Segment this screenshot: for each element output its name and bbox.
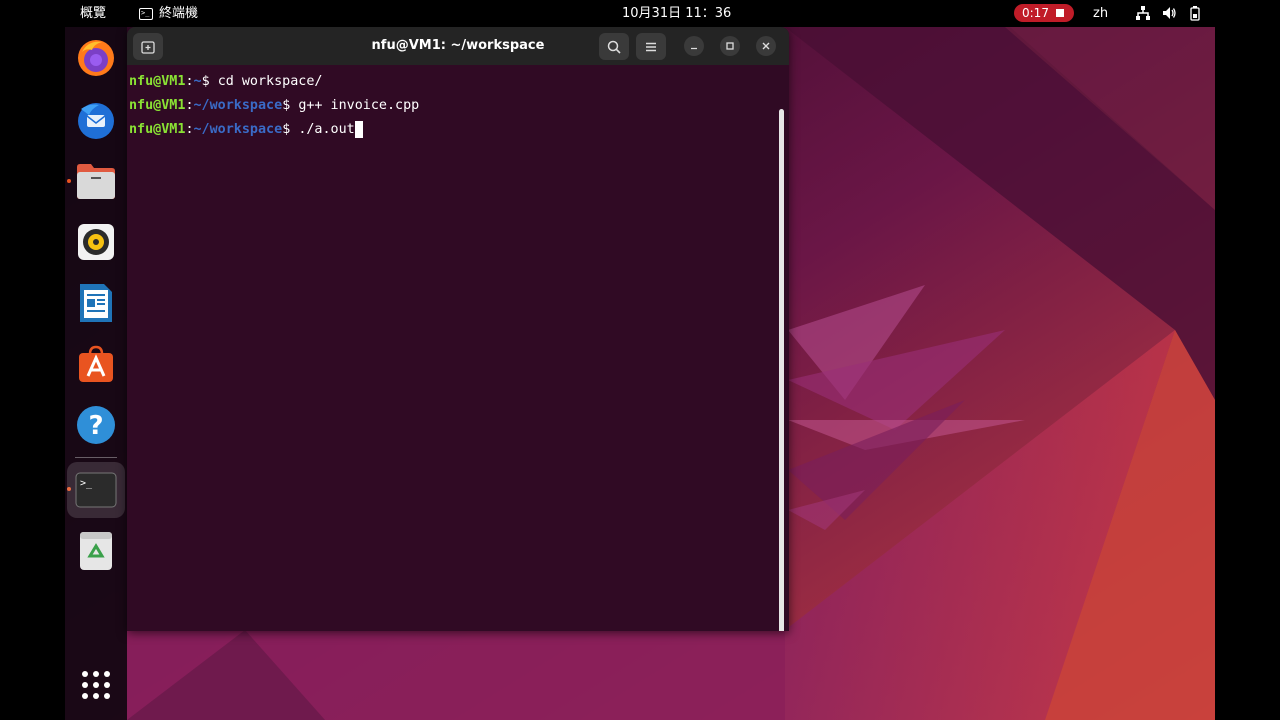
dock: ? >_ [65,27,127,720]
dock-item-software[interactable] [73,341,119,387]
app-grid-icon [82,671,110,699]
dock-item-writer[interactable] [73,280,119,326]
prompt-separator: : [185,98,194,113]
dock-item-terminal[interactable]: >_ [67,462,125,518]
activities-button[interactable]: 概覽 [80,6,106,21]
text-cursor [354,121,363,138]
terminal-output[interactable]: nfu@VM1:~$ cd workspace/ nfu@VM1:~/works… [127,65,789,631]
terminal-line: nfu@VM1:~/workspace$ g++ invoice.cpp [129,97,419,114]
minimize-button[interactable] [684,36,704,56]
battery-icon[interactable] [1187,5,1203,21]
prompt-separator: : [185,122,194,137]
app-menu-label: 終端機 [159,6,199,21]
hamburger-menu-icon [646,42,656,51]
prompt-separator: : [185,74,194,89]
terminal-window[interactable]: nfu@VM1: ~/workspace nfu@VM1:~$ cd works… [127,27,789,631]
dock-separator [75,457,117,458]
command-text: g++ invoice.cpp [298,98,420,113]
files-icon [77,164,115,199]
terminal-icon: >_ [139,7,153,20]
menu-button[interactable] [636,33,666,60]
terminal-icon: >_ [75,472,117,508]
terminal-line: nfu@VM1:~$ cd workspace/ [129,73,323,90]
close-button[interactable] [756,36,776,56]
help-icon: ? [77,406,115,444]
title-bar[interactable]: nfu@VM1: ~/workspace [127,27,789,65]
command-text: cd workspace/ [217,74,323,89]
network-icon[interactable] [1135,5,1151,21]
trash-icon [80,532,112,570]
dock-item-thunderbird[interactable] [73,97,119,143]
dock-item-trash[interactable] [73,528,119,574]
dock-item-help[interactable]: ? [73,402,119,448]
prompt-symbol: $ [201,74,218,89]
prompt-path: ~/workspace [193,122,283,137]
dock-item-rhythmbox[interactable] [73,219,119,265]
writer-icon [80,284,112,322]
prompt-path: ~ [193,74,202,89]
thunderbird-icon [78,103,114,139]
maximize-button[interactable] [720,36,740,56]
scrollbar[interactable] [779,109,784,631]
dock-item-firefox[interactable] [73,35,119,81]
prompt-path: ~/workspace [193,98,283,113]
volume-icon[interactable] [1161,5,1177,21]
app-menu-button[interactable]: >_ 終端機 [139,6,198,21]
prompt-symbol: $ [282,122,299,137]
running-indicator [67,179,71,183]
screen-recording-indicator[interactable]: 0:17 [1014,4,1074,22]
svg-text:>_: >_ [80,478,93,489]
svg-text:?: ? [88,411,103,441]
search-button[interactable] [599,33,629,60]
prompt-user: nfu@VM1 [129,122,186,137]
show-applications-button[interactable] [73,662,119,708]
command-text: ./a.out [298,122,355,137]
rhythmbox-icon [78,224,114,260]
stop-recording-icon [1056,9,1064,17]
dock-item-files[interactable] [73,158,119,204]
maximize-icon [726,42,734,50]
firefox-icon [78,40,114,76]
top-bar: 概覽 >_ 終端機 10月31日 11：36 0:17 zh [65,0,1215,27]
clock[interactable]: 10月31日 11：36 [622,6,731,21]
search-icon [607,40,621,54]
input-language-indicator[interactable]: zh [1093,6,1108,21]
software-icon [79,345,113,382]
prompt-user: nfu@VM1 [129,98,186,113]
prompt-user: nfu@VM1 [129,74,186,89]
prompt-symbol: $ [282,98,299,113]
recording-time: 0:17 [1022,6,1049,20]
terminal-line: nfu@VM1:~/workspace$ ./a.out [129,121,363,138]
close-icon [762,42,770,50]
minimize-icon [691,47,697,50]
